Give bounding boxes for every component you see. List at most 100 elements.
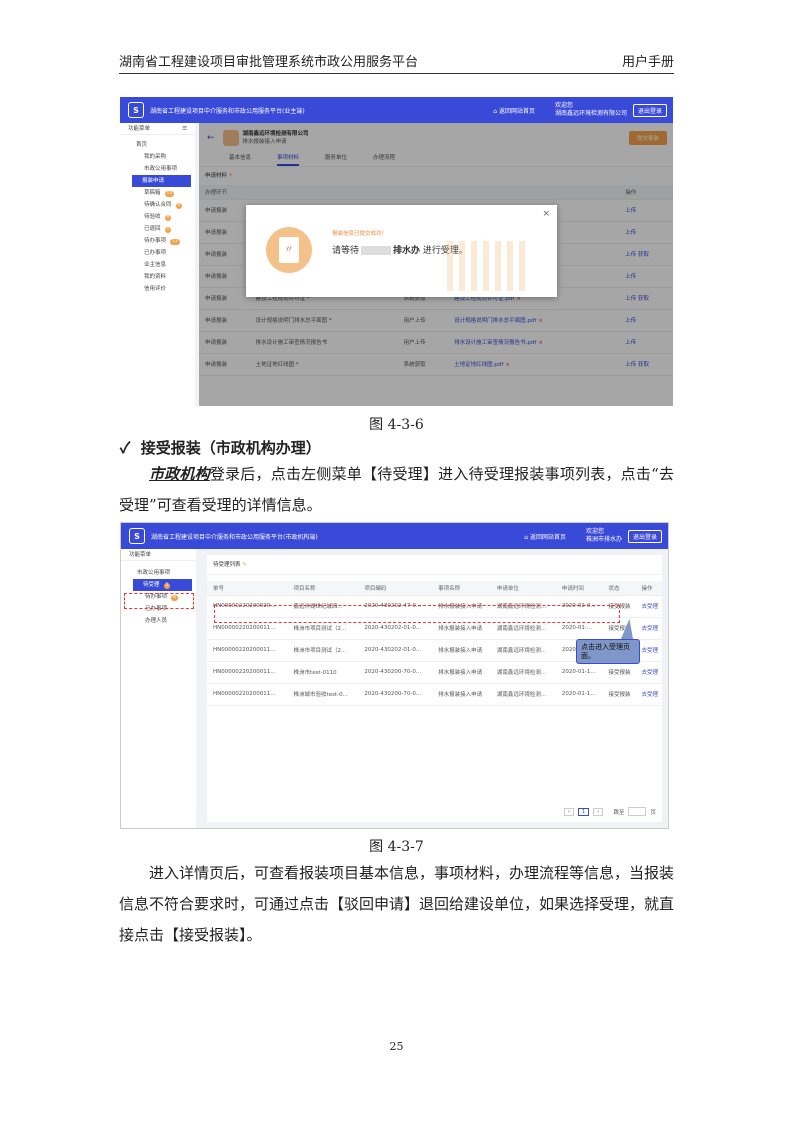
sidebar-item[interactable]: 待受理 1 xyxy=(133,579,192,591)
column-header: 项目编码 xyxy=(358,581,433,596)
table-cell: 排水报装接入申请 xyxy=(432,661,491,684)
table-cell: 接受报装 xyxy=(602,683,636,706)
count-badge: 1 xyxy=(163,583,171,589)
sidebar-item[interactable]: 待确认合同 0 xyxy=(128,199,195,211)
close-icon[interactable]: × xyxy=(542,209,550,219)
sidebar: 功能菜单 市政公用事项 待受理 1 待办事项 6 已办事项 办理人员 xyxy=(121,549,196,828)
sidebar-item-label: 业主信息 xyxy=(144,262,167,268)
prev-page-button[interactable]: ‹ xyxy=(563,807,574,816)
sidebar-item[interactable]: 已办事项 xyxy=(128,247,195,259)
next-page-button[interactable]: › xyxy=(593,807,604,816)
cell-text: 湖南鑫远环境检测... xyxy=(496,692,547,698)
cell-text: 排水报装接入申请 xyxy=(438,692,483,698)
column-header: 状态 xyxy=(602,581,636,596)
column-header: 单号 xyxy=(207,581,288,596)
cell-text: HN00000220200011... xyxy=(213,625,276,631)
table-cell: 湖南鑫远环境检测... xyxy=(490,661,556,684)
top-bar: S 湖南省工程建设项目中介服务和市政公用服务平台(业主端) ⌂ 返回网站首页 欢… xyxy=(120,97,673,123)
logo-icon: S xyxy=(129,528,145,544)
table-cell: 去受理 xyxy=(635,683,662,706)
sidebar-item-label: 已办事项 xyxy=(144,250,167,256)
sidebar-item-label: 待确认合同 xyxy=(144,202,172,208)
sidebar-item[interactable]: 市政公用事项 xyxy=(129,567,196,579)
welcome-text: 欢迎您 湖南鑫远环境检测有限公司 xyxy=(554,102,627,117)
sidebar-item[interactable]: 待验收 0 xyxy=(128,211,195,223)
table-cell: HN00000220200011... xyxy=(207,639,288,662)
header-manual: 用户手册 xyxy=(621,55,674,70)
count-badge: 13 xyxy=(170,239,180,245)
sidebar-item[interactable]: 首页 xyxy=(128,139,195,151)
sidebar-item-label: 待验收 xyxy=(144,214,161,220)
table-cell: 湖南鑫远环境检测... xyxy=(490,683,556,706)
sidebar-item[interactable]: 我的采购 xyxy=(128,151,195,163)
highlight-sidebar xyxy=(124,593,194,609)
sidebar-title: 功能菜单 ☰ xyxy=(120,123,195,135)
sidebar-item-label: 我的采购 xyxy=(144,154,167,160)
sidebar-item[interactable]: 业主信息 xyxy=(128,259,195,271)
sidebar-item[interactable]: 信用评价 xyxy=(128,283,195,295)
cell-text: HN00000220200011... xyxy=(213,691,276,697)
sidebar-item-label: 已退回 xyxy=(144,226,161,232)
sidebar-item-label: 待受理 xyxy=(143,582,160,588)
table-cell: 去受理 xyxy=(635,661,662,684)
figure-caption-2: 图 4-3-7 xyxy=(369,839,424,855)
action-link[interactable]: 去受理 xyxy=(641,692,658,698)
logout-button[interactable]: 退出登录 xyxy=(627,529,662,543)
platform-title: 湖南省工程建设项目中介服务和市政公用服务平台(业主端) xyxy=(150,107,305,115)
sidebar-item[interactable]: 办理人员 xyxy=(129,615,196,627)
cell-text: 湖南鑫远环境检测... xyxy=(496,626,547,632)
action-link[interactable]: 去受理 xyxy=(641,670,658,676)
paragraph-1: 市政机构登录后，点击左侧菜单【待受理】进入待受理报装事项列表，点击“去受理”可查… xyxy=(119,465,674,514)
column-header: 项目名称 xyxy=(287,581,359,596)
sidebar-item-label: 待办事项 xyxy=(144,238,167,244)
column-header: 事项名称 xyxy=(432,581,491,596)
goto-label: 跳至 xyxy=(613,809,625,816)
sidebar-item[interactable]: 已退回 1 xyxy=(128,223,195,235)
figure-caption-1: 图 4-3-6 xyxy=(369,417,424,433)
column-header: 申请单位 xyxy=(490,581,556,596)
sidebar-item-label: 首页 xyxy=(136,142,148,148)
cell-text: 株洲市项目测试（2... xyxy=(293,626,347,632)
logout-button[interactable]: 退出登录 xyxy=(632,103,667,117)
sidebar-item[interactable]: 待办事项 13 xyxy=(128,235,195,247)
sidebar-item[interactable]: 市政公用事项 xyxy=(128,163,195,175)
home-link[interactable]: ⌂ 返回网站首页 xyxy=(493,106,535,115)
sidebar-item-label: 办理人员 xyxy=(145,618,168,624)
menu-icon: ☰ xyxy=(182,126,187,132)
cell-text: 2020-430202-01-0... xyxy=(364,647,422,653)
sidebar-item[interactable]: 我的资料 xyxy=(128,271,195,283)
cell-text: 排水报装接入申请 xyxy=(438,648,483,654)
cell-text: 株洲市项目测试（2... xyxy=(293,648,347,654)
column-header: 申请时间 xyxy=(555,581,603,596)
callout-box: 点击进入受理页面。 xyxy=(576,639,640,664)
section-heading: ✓ 接受报装（市政机构办理） xyxy=(120,439,321,457)
main-content: 待受理列表 ✎ 单号 项目名称 项目编码 事项名称 申请单位 申请时间 状态 操作 HN0000… xyxy=(207,555,662,822)
action-link[interactable]: 去受理 xyxy=(641,648,658,654)
modal-subtitle: 报装信息已提交成功！ xyxy=(332,231,388,237)
page-button[interactable]: 1 xyxy=(577,807,590,816)
cell-text: HN00000220200011... xyxy=(213,669,276,675)
table-cell: 去受理 xyxy=(635,617,662,640)
cell-text: HN00000220200011... xyxy=(213,647,276,653)
page-input[interactable] xyxy=(628,807,647,816)
cell-text: 2020-430202-01-0... xyxy=(364,625,422,631)
cell-text: 接受报装 xyxy=(608,670,631,676)
sidebar-item-label: 信用评价 xyxy=(144,286,167,292)
table-cell: 2020-01-1... xyxy=(555,661,603,684)
highlight-row xyxy=(214,605,620,623)
action-link[interactable]: 去受理 xyxy=(641,626,658,632)
sidebar-item[interactable]: 报装申请 xyxy=(132,175,191,187)
sidebar-item-label: 我的资料 xyxy=(144,274,167,280)
cell-text: 2020-01-1... xyxy=(561,691,596,697)
cell-text: 2020-01-... xyxy=(561,625,593,631)
home-link[interactable]: ⌂ 返回网站首页 xyxy=(524,532,566,541)
table-cell: 湖南鑫远环境检测... xyxy=(490,639,556,662)
sidebar-item-label: 市政公用事项 xyxy=(137,570,171,576)
cell-text: 2020-430200-70-0... xyxy=(364,669,422,675)
cell-text: 排水报装接入申请 xyxy=(438,626,483,632)
success-modal: × 〃 报装信息已提交成功！ 请等待 排水办 进行受理。 xyxy=(246,205,557,297)
action-link[interactable]: 去受理 xyxy=(641,604,658,610)
sidebar-item[interactable]: 草稿箱 15 xyxy=(128,187,195,199)
count-badge: 0 xyxy=(164,215,172,221)
screenshot-4-3-7: S 湖南省工程建设项目中介服务和市政公用服务平台(市政机构端) ⌂ 返回网站首页… xyxy=(120,522,669,829)
